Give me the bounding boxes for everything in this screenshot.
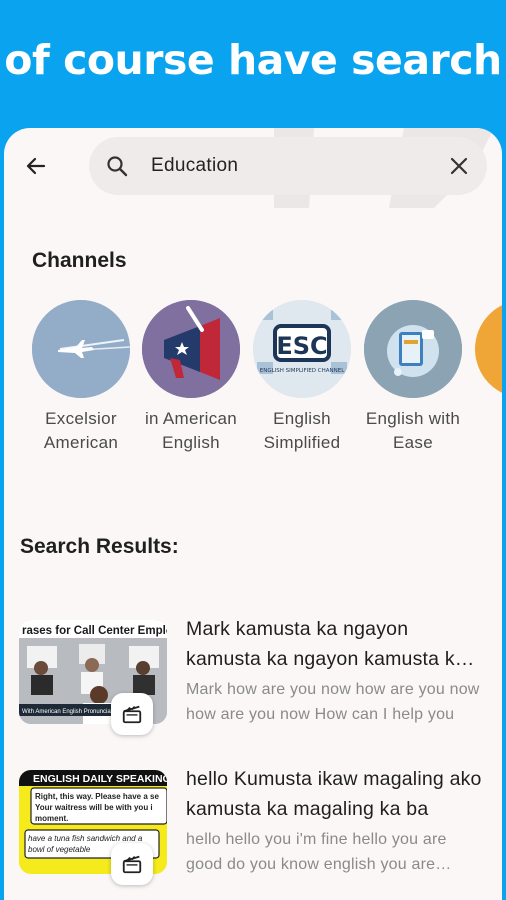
svg-text:ENGLISH SIMPLIFIED CHANNEL: ENGLISH SIMPLIFIED CHANNEL (260, 368, 345, 374)
result-title: Mark kamusta ka ngayon kamusta ka ngayon… (186, 618, 466, 670)
channel-avatar (142, 300, 240, 398)
channel-item[interactable]: ESC ENGLISH SIMPLIFIED CHANNEL English S… (247, 300, 357, 455)
close-icon (450, 157, 468, 175)
arrow-left-icon (26, 157, 46, 175)
svg-text:bowl of vegetable: bowl of vegetable (28, 845, 91, 854)
channel-name: English Simplified (263, 409, 341, 452)
svg-text:With American English Pronunci: With American English Pronunciation (22, 709, 120, 715)
svg-text:Right, this way. Please have a: Right, this way. Please have a se (35, 792, 159, 801)
clapperboard-icon (122, 705, 142, 724)
promo-banner: of course have search (0, 0, 506, 130)
svg-text:ESC: ESC (276, 332, 327, 360)
search-results-heading: Search Results: (20, 535, 179, 558)
channel-item[interactable]: Excelsior American (26, 300, 136, 455)
channel-avatar: ESC ENGLISH SIMPLIFIED CHANNEL (253, 300, 351, 398)
channel-avatar (475, 300, 502, 398)
result-title: hello Kumusta ikaw magaling ako kamusta … (186, 768, 482, 820)
esc-logo: ESC ENGLISH SIMPLIFIED CHANNEL (253, 300, 351, 398)
channel-avatar (32, 300, 130, 398)
airplane-icon (32, 300, 130, 398)
result-description: Mark how are you now how are you now how… (186, 681, 480, 723)
search-bar-row (4, 128, 502, 208)
clapperboard-icon (122, 855, 142, 874)
search-input[interactable] (151, 151, 431, 181)
channel-item[interactable]: in American English (136, 300, 246, 455)
channel-avatar (364, 300, 462, 398)
clip-badge (111, 843, 153, 885)
svg-text:moment.: moment. (35, 814, 68, 823)
channel-item-partial[interactable] (469, 300, 502, 398)
clip-badge (111, 693, 153, 735)
svg-text:have a tuna fish sandwich and: have a tuna fish sandwich and a (28, 834, 143, 843)
result-item[interactable]: rases for Call Center Employe With Ameri… (4, 618, 502, 750)
result-item[interactable]: ENGLISH DAILY SPEAKING Right, this way. … (4, 768, 502, 900)
app-screen: Channels Excelsior American (4, 128, 502, 900)
svg-text:ENGLISH DAILY SPEAKING: ENGLISH DAILY SPEAKING (33, 773, 167, 785)
channel-item[interactable]: English with Ease (358, 300, 468, 455)
channel-name: English with Ease (365, 409, 461, 452)
channels-heading: Channels (32, 249, 127, 272)
back-button[interactable] (18, 148, 54, 184)
channels-list[interactable]: Excelsior American in American English E… (4, 300, 502, 460)
search-icon (107, 156, 128, 177)
svg-text:rases for Call Center Employe: rases for Call Center Employe (22, 625, 167, 637)
search-box[interactable] (89, 137, 487, 195)
banner-text: of course have search (4, 36, 502, 84)
svg-text:Your waitress will be with you: Your waitress will be with you i (35, 803, 153, 812)
clear-search-button[interactable] (445, 152, 473, 180)
channel-name: in American English (144, 409, 238, 452)
megaphone-icon (142, 300, 240, 398)
result-description: hello hello you i'm fine hello you are g… (186, 831, 447, 873)
channel-name: Excelsior American (43, 409, 119, 452)
book-icon (364, 300, 462, 398)
